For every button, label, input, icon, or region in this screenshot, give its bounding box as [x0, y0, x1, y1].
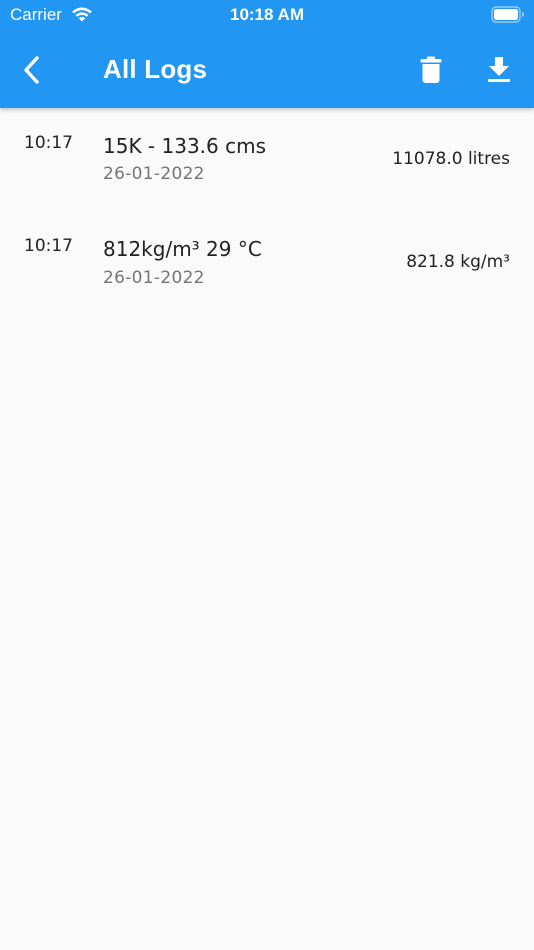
- delete-button[interactable]: [410, 50, 452, 90]
- page-title: All Logs: [103, 54, 208, 84]
- log-item[interactable]: 10:17 812kg/m³ 29 °C 26-01-2022 821.8 kg…: [0, 210, 534, 312]
- log-title: 812kg/m³ 29 °C: [103, 237, 262, 261]
- log-date: 26-01-2022: [103, 268, 205, 288]
- log-time: 10:17: [24, 236, 73, 256]
- back-button[interactable]: [12, 50, 52, 90]
- status-bar: Carrier 10:18 AM: [0, 0, 534, 30]
- log-date: 26-01-2022: [103, 164, 205, 184]
- app-header: Carrier 10:18 AM All Logs: [0, 0, 534, 108]
- log-item[interactable]: 10:17 15K - 133.6 cms 26-01-2022 11078.0…: [0, 108, 534, 210]
- toolbar: All Logs: [0, 40, 534, 100]
- status-time: 10:18 AM: [229, 5, 304, 24]
- log-title: 15K - 133.6 cms: [103, 134, 267, 158]
- log-time: 10:17: [24, 133, 73, 153]
- chevron-left-icon: [24, 56, 39, 84]
- log-value: 11078.0 litres: [392, 149, 510, 169]
- trash-icon: [420, 56, 442, 83]
- download-icon: [488, 57, 510, 82]
- log-list: 10:17 15K - 133.6 cms 26-01-2022 11078.0…: [0, 108, 534, 312]
- download-button[interactable]: [478, 50, 520, 90]
- log-value: 821.8 kg/m³: [406, 252, 510, 272]
- battery-icon: [491, 6, 524, 23]
